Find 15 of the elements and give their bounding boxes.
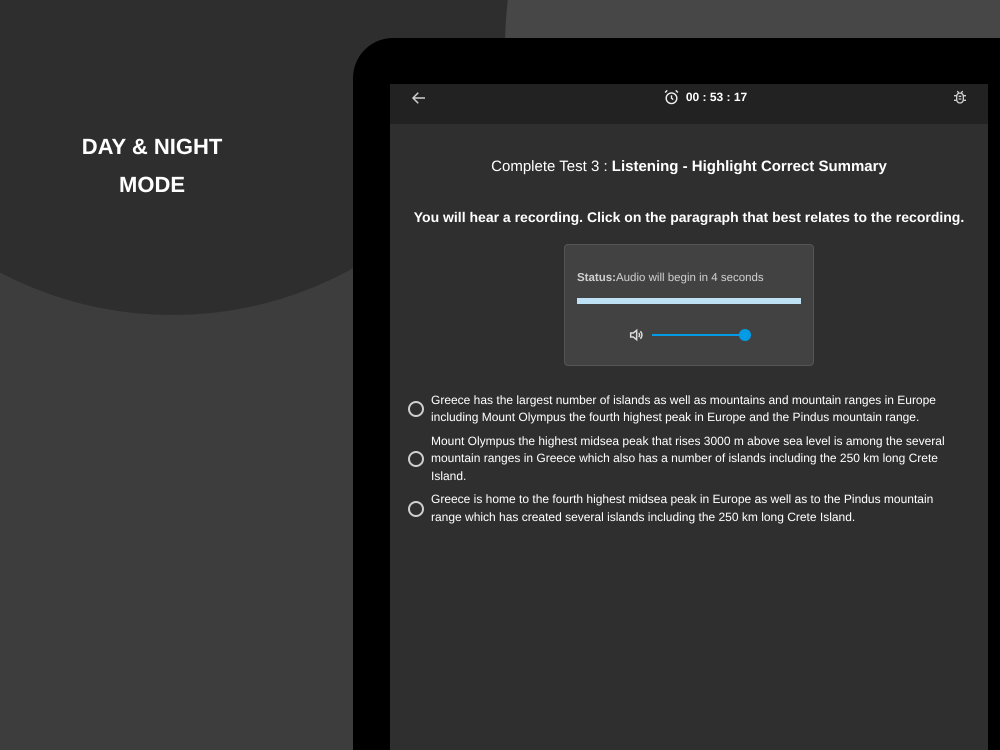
bug-report-button[interactable]: [952, 89, 968, 105]
audio-status: Status:Audio will begin in 4 seconds: [577, 270, 765, 286]
option-text: Mount Olympus the highest midsea peak that rises 3000 m above sea level is among the several mountain ranges in Greece which also has a number of islands including the 250 km long Crete Island.: [431, 432, 946, 484]
radio-button[interactable]: [408, 450, 424, 467]
alarm-clock-icon: [662, 88, 680, 106]
instruction-text: You will hear a recording. Click on the paragraph that best relates to the recording.: [412, 208, 966, 227]
test-title: Complete Test 3 : Listening - Highlight Correct Summary: [490, 157, 888, 177]
promo-headline: DAY & NIGHT MODE: [80, 133, 224, 199]
radio-button[interactable]: [408, 500, 424, 516]
volume-slider[interactable]: [652, 328, 750, 341]
volume-icon: [628, 326, 644, 343]
timer-text: 00 : 53 : 17: [686, 89, 748, 106]
option-text: Greece is home to the fourth highest midsea peak in Europe as well as to the Pindus mountain range which has created several islands including the 250 km long Crete Island.: [431, 491, 934, 526]
radio-button[interactable]: [408, 401, 424, 417]
option-text: Greece has the largest number of islands as well as mountains and mountain ranges in Europe including Mount Olympus the fourth highest peak in Europe and the Pindus mountain range.: [431, 392, 937, 426]
